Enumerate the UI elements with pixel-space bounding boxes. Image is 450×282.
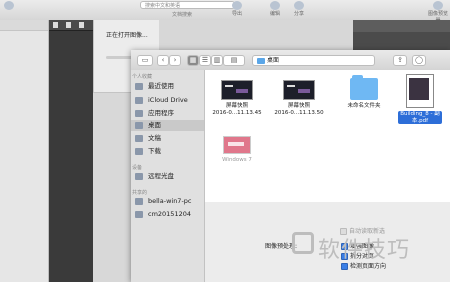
background-region xyxy=(159,20,353,50)
file-name: 屏幕快照 2016-0...11.13.50 xyxy=(274,103,324,116)
page-icon[interactable] xyxy=(79,22,84,28)
shared-header: 共享的 xyxy=(132,190,148,196)
file-item[interactable]: 未命名文件夹 xyxy=(334,75,394,110)
tag-button[interactable]: ◯ xyxy=(412,55,426,66)
toolbar-edit-button[interactable]: 编辑 xyxy=(270,1,280,17)
edit-icon xyxy=(270,1,280,10)
file-item[interactable]: 屏幕快照 2016-0...11.13.50 xyxy=(269,80,329,116)
sidebar-item-recents[interactable]: 最近使用 xyxy=(131,81,204,92)
file-item[interactable]: Windows 7 xyxy=(207,136,267,164)
icon-view-button[interactable]: ▦ xyxy=(187,55,199,66)
folder-icon xyxy=(257,57,265,64)
file-item-selected[interactable]: Building_8 - 副本.pdf xyxy=(390,74,450,124)
folder-icon xyxy=(350,75,378,100)
dialog-sidebar: 个人收藏 最近使用 iCloud Drive 应用程序 桌面 文稿 下载 设备 … xyxy=(131,70,205,282)
watermark-icon xyxy=(292,232,314,254)
sidebar-item-label: 文稿 xyxy=(148,134,161,142)
right-pane-header xyxy=(353,20,450,32)
file-browser: 屏幕快照 2016-0...11.13.45 屏幕快照 2016-0...11.13… xyxy=(205,70,450,202)
toolbar-share-button[interactable]: 分享 xyxy=(294,1,304,17)
pdf-icon xyxy=(406,74,434,108)
back-button[interactable]: ‹ xyxy=(157,55,169,66)
computer-icon xyxy=(135,211,143,218)
devices-header: 设备 xyxy=(132,165,143,171)
page-icon[interactable] xyxy=(53,22,58,28)
sidebar-item-label: cm20151204 xyxy=(148,210,191,218)
gallery-view-button[interactable]: ▤ xyxy=(223,55,245,66)
desktop-icon xyxy=(135,122,143,129)
forward-button[interactable]: › xyxy=(169,55,181,66)
sidebar-item-downloads[interactable]: 下载 xyxy=(131,146,204,157)
applications-icon xyxy=(135,110,143,117)
dark-strip-header xyxy=(49,20,93,31)
sidebar-item-documents[interactable]: 文稿 xyxy=(131,133,204,144)
file-name: Building_8 - 副本.pdf xyxy=(398,111,442,124)
document-icon xyxy=(135,135,143,142)
favorites-header: 个人收藏 xyxy=(132,74,153,80)
search-label: 文档搜索 xyxy=(172,12,193,18)
watermark-text: 软件技巧 xyxy=(318,238,411,263)
sidebar-item-icloud[interactable]: iCloud Drive xyxy=(131,95,204,106)
file-name: 屏幕快照 2016-0...11.13.45 xyxy=(212,103,262,116)
sidebar-item-shared-pc[interactable]: cm20151204 xyxy=(131,209,204,220)
sidebar-item-remote-disc[interactable]: 远程光盘 xyxy=(131,171,204,182)
sidebar-item-desktop[interactable]: 桌面 xyxy=(131,120,204,131)
preview-icon xyxy=(433,1,443,10)
sidebar-item-label: 远程光盘 xyxy=(148,172,174,180)
dialog-toolbar: ▭ ‹ › ▦ ☰ ▥ ▤ 桌面 ⇪ ◯ xyxy=(131,50,450,71)
share-button[interactable]: ⇪ xyxy=(393,55,407,66)
opening-title: 正在打开图像... xyxy=(106,32,148,39)
toolbar-share-label: 分享 xyxy=(294,11,305,17)
sidebar-item-applications[interactable]: 应用程序 xyxy=(131,108,204,119)
disc-icon xyxy=(135,173,143,180)
cloud-icon xyxy=(135,97,143,104)
share-icon xyxy=(294,1,304,10)
sidebar-item-label: 应用程序 xyxy=(148,109,174,117)
left-pane xyxy=(0,20,49,282)
location-label: 桌面 xyxy=(267,57,280,64)
image-thumbnail xyxy=(223,136,251,154)
column-view-button[interactable]: ▥ xyxy=(211,55,223,66)
document-icon xyxy=(4,1,14,10)
toolbar-export-label: 导出 xyxy=(232,11,243,17)
clock-icon xyxy=(135,83,143,90)
sidebar-item-label: 桌面 xyxy=(148,121,161,129)
list-view-button[interactable]: ☰ xyxy=(199,55,211,66)
download-icon xyxy=(135,148,143,155)
export-icon xyxy=(232,1,242,10)
sidebar-toggle-button[interactable]: ▭ xyxy=(137,55,153,66)
search-input[interactable]: 搜索中文和英语 xyxy=(140,1,235,9)
left-pane-header xyxy=(0,20,48,31)
location-selector[interactable]: 桌面 xyxy=(252,55,375,66)
screenshot-thumbnail xyxy=(283,80,315,100)
sidebar-item-label: 最近使用 xyxy=(148,82,174,90)
toolbar-left-item[interactable] xyxy=(4,1,14,10)
dark-strip xyxy=(49,20,93,282)
toolbar-export-button[interactable]: 导出 xyxy=(232,1,242,17)
sidebar-item-label: iCloud Drive xyxy=(148,96,188,104)
toolbar-edit-label: 编辑 xyxy=(270,11,281,17)
page-icon[interactable] xyxy=(66,22,71,28)
checkbox[interactable] xyxy=(341,263,348,270)
screenshot-thumbnail xyxy=(221,80,253,100)
file-item[interactable]: 屏幕快照 2016-0...11.13.45 xyxy=(207,80,267,116)
sidebar-item-label: bella-win7-pc xyxy=(148,197,192,205)
sidebar-item-shared-pc[interactable]: bella-win7-pc xyxy=(131,196,204,207)
file-name: 未命名文件夹 xyxy=(347,103,381,109)
file-name: Windows 7 xyxy=(222,157,252,163)
sidebar-item-label: 下载 xyxy=(148,147,161,155)
app-toolbar: 搜索中文和英语 文档搜索 导出 编辑 分享 图像预览器 xyxy=(0,0,450,24)
computer-icon xyxy=(135,198,143,205)
